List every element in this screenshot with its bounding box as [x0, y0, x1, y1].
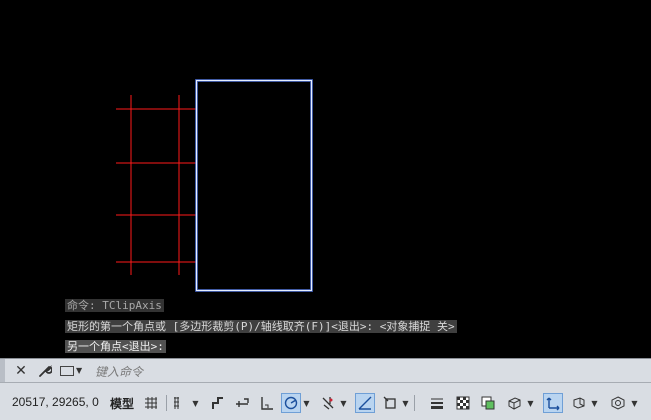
- object-snap-icon[interactable]: [380, 393, 400, 413]
- clip-rectangle-glow: [195, 79, 313, 292]
- clip-rectangle[interactable]: [195, 79, 313, 292]
- command-input[interactable]: [93, 361, 642, 382]
- snap-icon[interactable]: [170, 393, 190, 413]
- status-bar: 20517, 29265, 0 模型 ▼ ▼ ▼ ▼ ▼ ▼ ▼: [0, 382, 651, 420]
- selection-filtering-icon[interactable]: [569, 393, 589, 413]
- dynamic-ucs-icon[interactable]: [543, 393, 563, 413]
- command-history-line-3: 另一个角点<退出>:: [65, 340, 166, 353]
- model-space-button[interactable]: 模型: [110, 395, 134, 412]
- filter-dropdown[interactable]: ▼: [590, 397, 599, 409]
- lineweight-icon[interactable]: [427, 393, 447, 413]
- 3d-snap-dropdown[interactable]: ▼: [526, 397, 535, 409]
- close-icon[interactable]: ✕: [11, 359, 31, 382]
- command-line-grip[interactable]: [0, 359, 5, 382]
- infer-constraints-icon[interactable]: [208, 393, 228, 413]
- command-line: ✕ ▼: [0, 358, 651, 382]
- gizmo-dropdown[interactable]: ▼: [630, 397, 639, 409]
- isometric-dropdown[interactable]: ▼: [339, 397, 348, 409]
- recent-commands-icon[interactable]: ▼: [60, 363, 88, 378]
- 3d-object-snap-icon[interactable]: [504, 393, 524, 413]
- polar-dropdown[interactable]: ▼: [302, 397, 311, 409]
- dynamic-input-icon[interactable]: [232, 393, 252, 413]
- command-history-line-1: 命令: TClipAxis: [65, 299, 164, 312]
- isometric-drafting-icon[interactable]: [318, 393, 338, 413]
- grid-icon[interactable]: [141, 393, 161, 413]
- wrench-icon[interactable]: [35, 359, 55, 382]
- coordinates-readout[interactable]: 20517, 29265, 0: [12, 395, 99, 409]
- polar-tracking-icon[interactable]: [281, 393, 301, 413]
- object-snap-tracking-icon[interactable]: [355, 393, 375, 413]
- snap-dropdown[interactable]: ▼: [191, 397, 200, 409]
- object-snap-dropdown[interactable]: ▼: [401, 397, 410, 409]
- transparency-icon[interactable]: [453, 393, 473, 413]
- ortho-icon[interactable]: [257, 393, 277, 413]
- command-history-line-2: 矩形的第一个角点或 [多边形裁剪(P)/轴线取齐(F)]<退出>: <对象捕捉 …: [65, 320, 457, 333]
- axis-grid: [116, 95, 196, 275]
- gizmo-icon[interactable]: [608, 393, 628, 413]
- selection-cycling-icon[interactable]: [478, 393, 498, 413]
